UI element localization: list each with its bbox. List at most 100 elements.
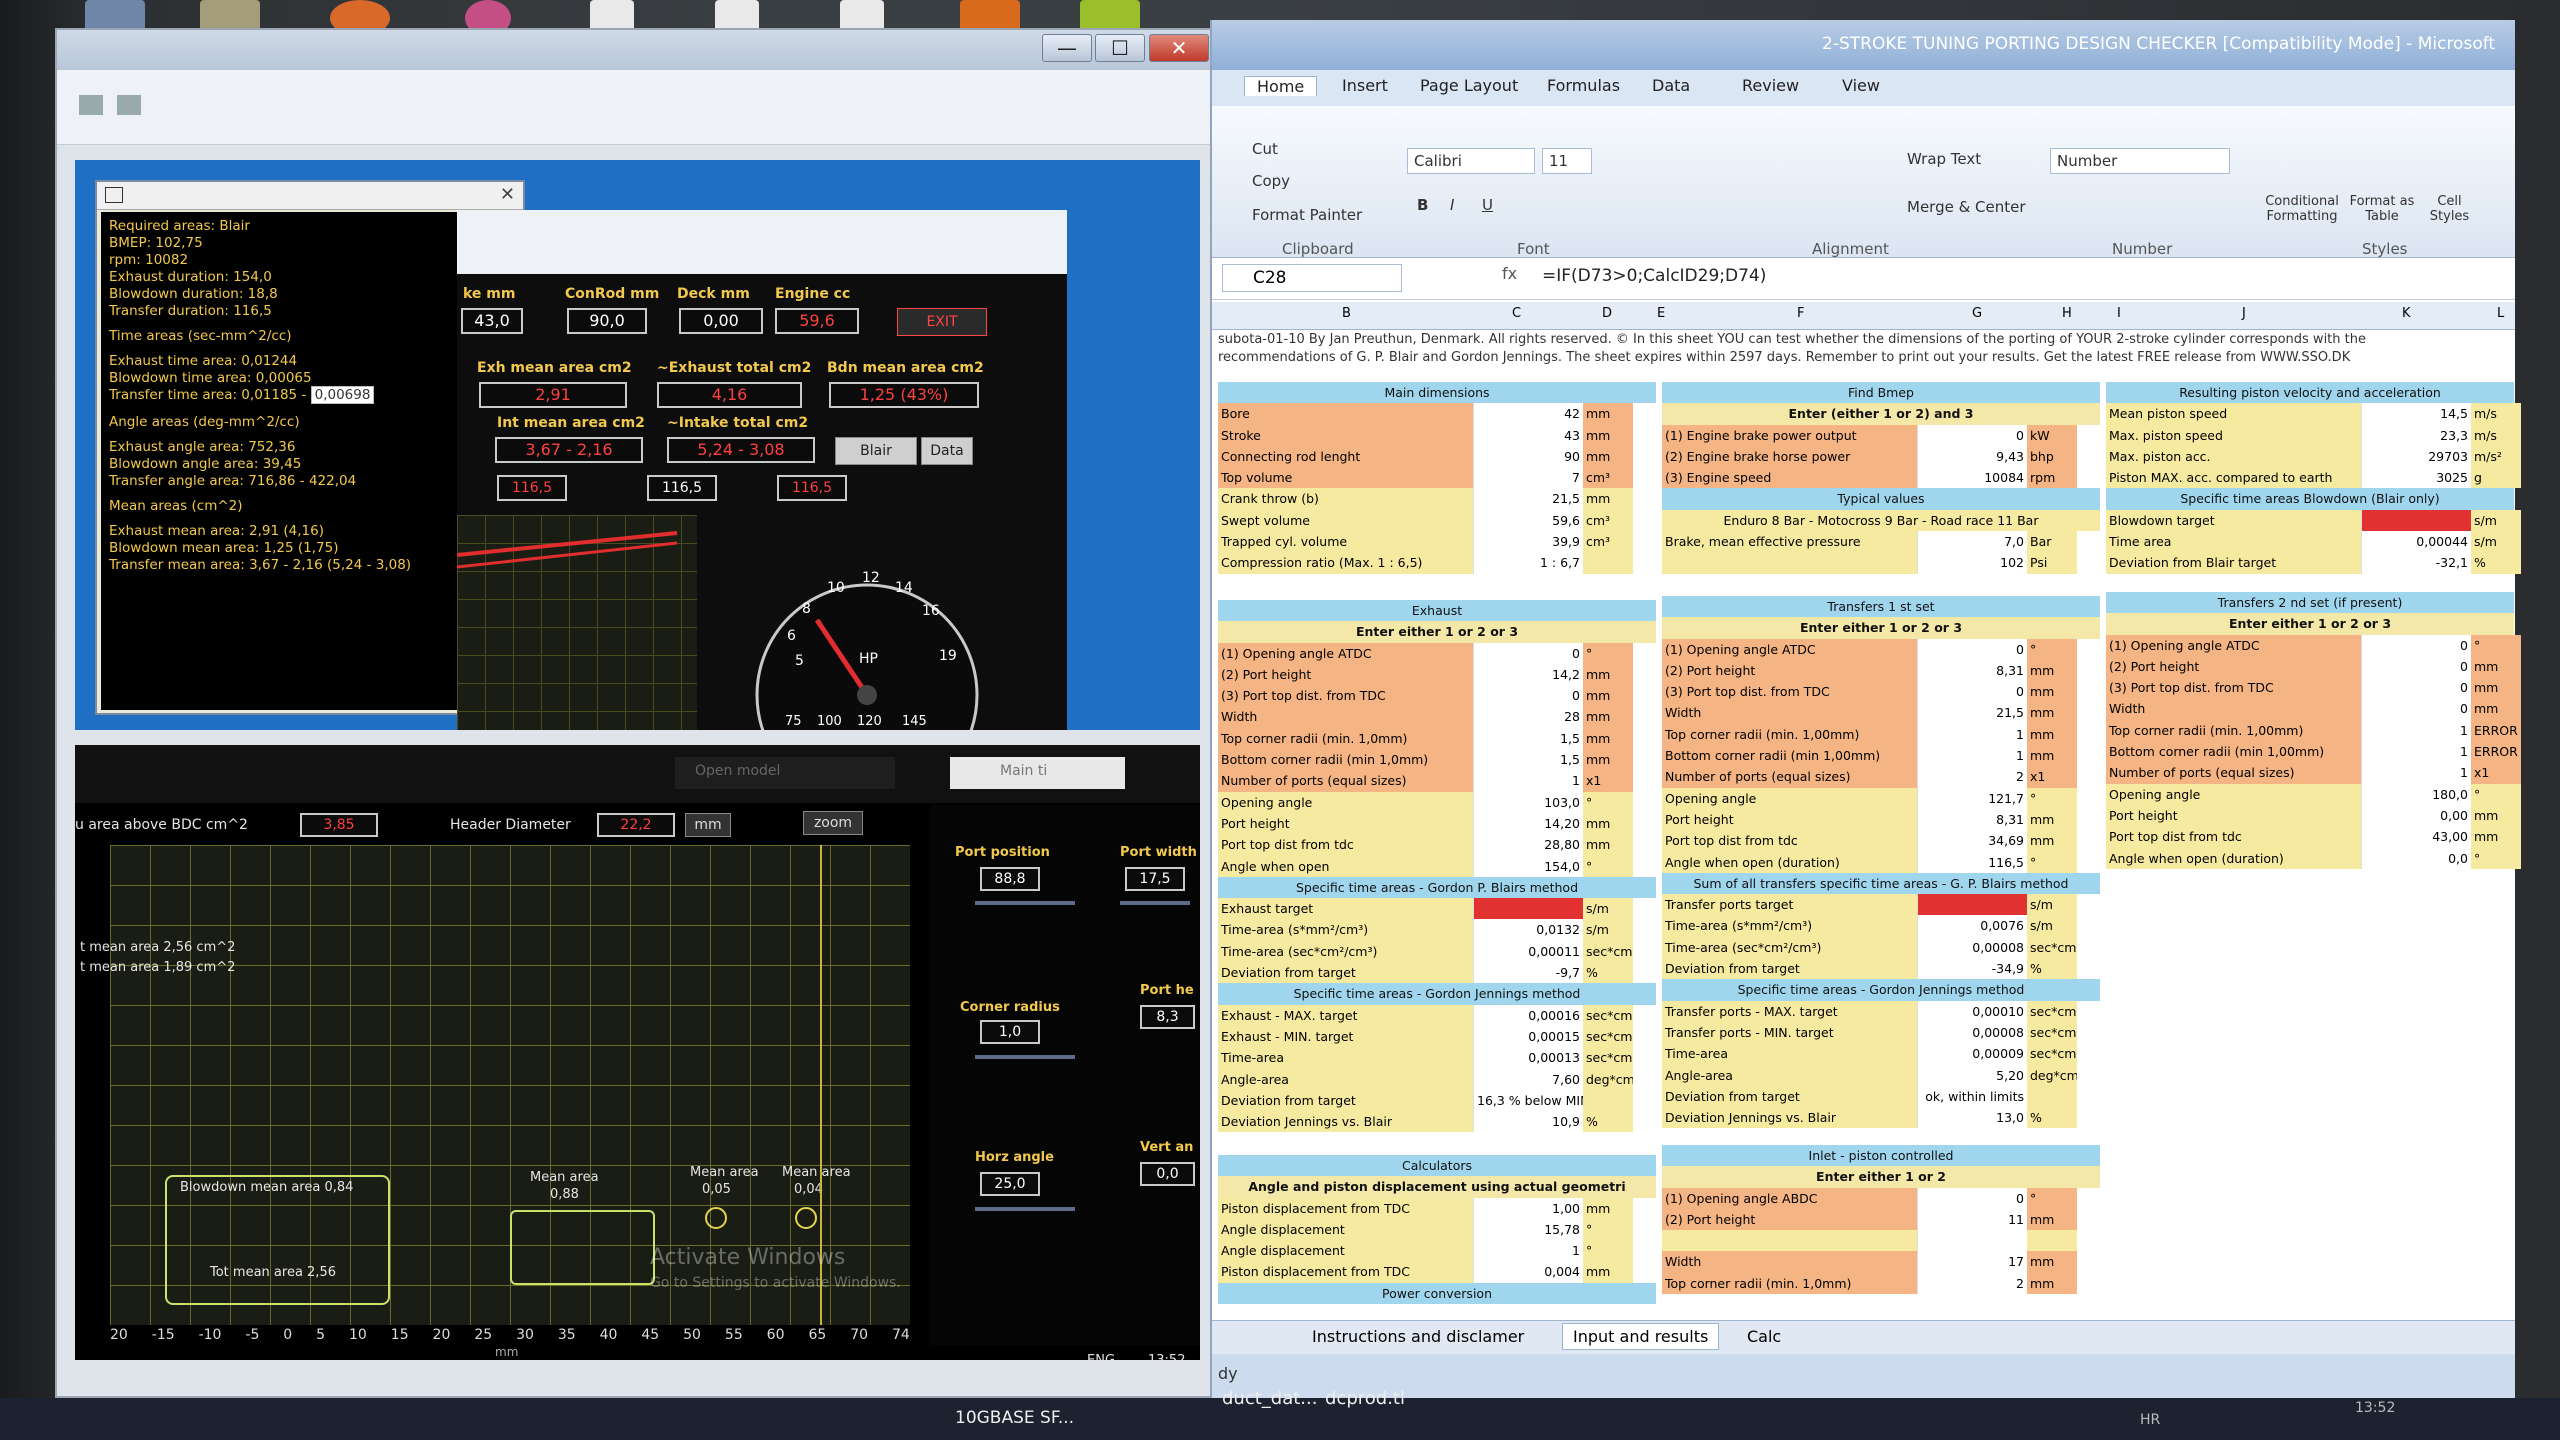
formula-input[interactable]: =IF(D73>0;CalcID29;D74) xyxy=(1542,266,1766,286)
table-row[interactable]: Angle when open (duration) 116,5 ° xyxy=(1662,851,2100,873)
row-value[interactable]: 2 xyxy=(1917,766,2027,788)
table-row[interactable]: Connecting rod lenght 90 mm xyxy=(1218,445,1656,468)
row-value[interactable]: ok, within limits xyxy=(1917,1085,2027,1108)
row-value[interactable]: 23,3 xyxy=(2361,424,2471,446)
row-value[interactable]: 1 xyxy=(2361,741,2471,763)
tab-home[interactable]: Home xyxy=(1244,76,1318,96)
table-row[interactable]: Width 21,5 mm xyxy=(1662,702,2100,724)
transfer-time-selection[interactable]: 0,00698 xyxy=(310,386,375,404)
table-row[interactable]: Angle-area7,60deg*cm²/cm³ xyxy=(1218,1068,1656,1090)
conrod-input[interactable]: 90,0 xyxy=(567,308,647,334)
row-value[interactable]: 0,0 xyxy=(2361,847,2471,869)
table-row[interactable]: Exhaust target s/m xyxy=(1218,898,1656,920)
port-position-input[interactable]: 88,8 xyxy=(980,867,1040,891)
cell-styles-button[interactable]: Cell Styles xyxy=(2422,194,2477,224)
table-row[interactable]: Swept volume 59,6 cm³ xyxy=(1218,509,1656,532)
tab-view[interactable]: View xyxy=(1842,76,1880,95)
row-value[interactable]: 21,5 xyxy=(1473,488,1583,510)
table-row[interactable]: Port top dist from tdc 28,80 mm xyxy=(1218,834,1656,856)
row-value[interactable]: 21,5 xyxy=(1917,702,2027,724)
table-row[interactable]: Time-area0,00009sec*cm²/cm³ xyxy=(1662,1043,2100,1065)
table-row[interactable]: Bottom corner radii (min 1,00mm) 1 ERROR xyxy=(2106,741,2521,763)
row-value[interactable] xyxy=(1917,894,2027,916)
language-indicator[interactable]: HR xyxy=(2140,1412,2160,1428)
port-height-input[interactable]: 8,3 xyxy=(1140,1005,1195,1029)
table-row[interactable]: Deviation from target -9,7% xyxy=(1218,962,1656,984)
font-name-select[interactable]: Calibri xyxy=(1407,148,1535,174)
corner-radius-input[interactable]: 1,0 xyxy=(980,1020,1040,1044)
table-row[interactable]: Top corner radii (min. 1,0mm) 2 mm xyxy=(1662,1272,2100,1295)
table-row[interactable]: Angle displacement 1 ° xyxy=(1218,1240,1656,1262)
column-header[interactable]: B xyxy=(1342,306,1351,321)
table-row[interactable]: (2) Engine brake horse power 9,43 bhp xyxy=(1662,445,2100,468)
row-value[interactable]: 43,00 xyxy=(2361,826,2471,848)
table-row[interactable]: Exhaust - MIN. target0,00015sec*cm²/cm³ xyxy=(1218,1025,1656,1048)
table-row[interactable]: Mean piston speed 14,5 m/s xyxy=(2106,403,2521,425)
row-value[interactable]: 0,00044 xyxy=(2361,531,2471,553)
vert-angle-input[interactable]: 0,0 xyxy=(1140,1162,1195,1186)
table-row[interactable]: Compression ratio (Max. 1 : 6,5) 1 : 6,7 xyxy=(1218,552,1656,574)
column-header[interactable]: K xyxy=(2402,306,2411,321)
horz-angle-slider[interactable] xyxy=(975,1207,1075,1211)
row-value[interactable]: 102 xyxy=(1917,552,2027,574)
excel-titlebar[interactable]: 2-STROKE TUNING PORTING DESIGN CHECKER [… xyxy=(1212,20,2515,70)
row-value[interactable]: 39,9 xyxy=(1473,531,1583,553)
row-value[interactable]: 59,6 xyxy=(1473,509,1583,532)
blair-button[interactable]: Blair xyxy=(835,437,917,465)
row-value[interactable]: 0 xyxy=(1473,642,1583,664)
table-row[interactable]: Max. piston speed 23,3 m/s xyxy=(2106,424,2521,446)
underline-button[interactable]: U xyxy=(1482,196,1493,214)
table-row[interactable]: Deviation Jennings vs. Blair 10,9% xyxy=(1218,1111,1656,1133)
column-header[interactable]: H xyxy=(2062,306,2072,321)
table-row[interactable]: (3) Port top dist. from TDC 0 mm xyxy=(1662,681,2100,703)
worksheet[interactable]: subota-01-10 By Jan Preuthun, Denmark. A… xyxy=(1212,330,2521,1320)
sheet-tab[interactable]: Calc xyxy=(1747,1327,1781,1346)
row-value[interactable]: 90 xyxy=(1473,445,1583,468)
minimize-button[interactable]: — xyxy=(1042,34,1092,62)
table-row[interactable]: Top corner radii (min. 1,00mm) 1 mm xyxy=(1662,723,2100,746)
row-value[interactable]: 1,5 xyxy=(1473,727,1583,750)
row-value[interactable]: 16,3 % below MIN limit xyxy=(1473,1089,1583,1112)
table-row[interactable]: Time-area (s*mm²/cm³) 0,0076 s/m xyxy=(1662,915,2100,937)
row-value[interactable]: 9,43 xyxy=(1917,445,2027,468)
table-row[interactable]: (1) Opening angle ABDC 0 ° xyxy=(1662,1187,2100,1209)
table-row[interactable]: Number of ports (equal sizes) 2 x1 xyxy=(1662,766,2100,788)
table-row[interactable]: Stroke 43 mm xyxy=(1218,424,1656,446)
table-row[interactable]: Angle when open (duration) 0,0 ° xyxy=(2106,847,2521,869)
port-width-slider[interactable] xyxy=(1120,901,1190,905)
open-model-field[interactable]: Open model xyxy=(675,757,895,789)
name-box[interactable]: C28 xyxy=(1222,264,1402,292)
row-value[interactable]: 0,00015 xyxy=(1473,1025,1583,1048)
tab-page-layout[interactable]: Page Layout xyxy=(1420,76,1518,95)
table-row[interactable]: Deviation from target ok, within limits xyxy=(1662,1085,2100,1108)
table-row[interactable]: Time-area (sec*cm²/cm³)0,00008sec*cm²/cm… xyxy=(1662,936,2100,959)
row-value[interactable] xyxy=(1917,1230,2027,1252)
row-value[interactable]: 7,0 xyxy=(1917,531,2027,553)
column-header[interactable]: C xyxy=(1512,306,1521,321)
table-row[interactable]: Bore 42 mm xyxy=(1218,403,1656,425)
table-row[interactable]: Transfer ports target s/m xyxy=(1662,894,2100,916)
table-row[interactable]: Crank throw (b) 21,5 mm xyxy=(1218,488,1656,510)
table-row[interactable]: Port height 0,00 mm xyxy=(2106,804,2521,827)
row-value[interactable]: 14,20 xyxy=(1473,812,1583,835)
maximize-button[interactable]: ☐ xyxy=(1095,34,1145,62)
unit-toggle[interactable]: mm xyxy=(685,813,731,837)
table-row[interactable]: Blowdown target s/m xyxy=(2106,509,2521,532)
row-value[interactable]: 154,0 xyxy=(1473,855,1583,877)
table-row[interactable]: Number of ports (equal sizes) 1 x1 xyxy=(1218,770,1656,792)
tab-insert[interactable]: Insert xyxy=(1342,76,1388,95)
row-value[interactable]: 43 xyxy=(1473,424,1583,446)
table-row[interactable]: Angle displacement 15,78 ° xyxy=(1218,1218,1656,1241)
format-as-table-button[interactable]: Format as Table xyxy=(2347,194,2417,224)
row-value[interactable]: 29703 xyxy=(2361,445,2471,468)
row-value[interactable]: 1,5 xyxy=(1473,749,1583,771)
column-header[interactable]: E xyxy=(1657,306,1665,321)
row-value[interactable]: 7 xyxy=(1473,467,1583,489)
row-value[interactable]: 3025 xyxy=(2361,467,2471,489)
corner-radius-slider[interactable] xyxy=(975,1055,1075,1059)
table-row[interactable]: Top corner radii (min. 1,00mm) 1 ERROR xyxy=(2106,719,2521,742)
column-header[interactable]: D xyxy=(1602,306,1612,321)
wrap-text-button[interactable]: Wrap Text xyxy=(1907,150,1981,168)
transfer-port-outline[interactable] xyxy=(510,1210,655,1285)
tab-data[interactable]: Data xyxy=(1652,76,1690,95)
